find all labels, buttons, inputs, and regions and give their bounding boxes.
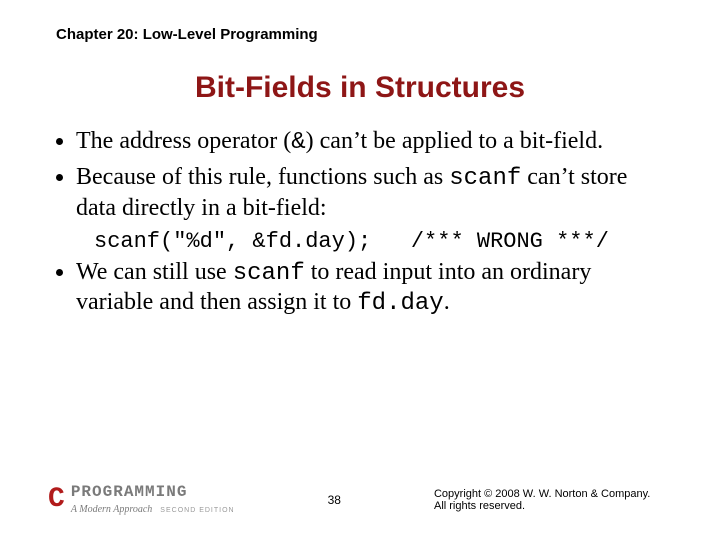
body-list-2: We can still use scanf to read input int…: [56, 258, 664, 319]
code-call: scanf("%d", &fd.day);: [94, 229, 371, 254]
footer: C PROGRAMMING A Modern Approach SECOND E…: [48, 484, 664, 516]
book-logo: C PROGRAMMING A Modern Approach SECOND E…: [48, 484, 235, 516]
slide-title: Bit-Fields in Structures: [56, 71, 664, 105]
page-number: 38: [328, 493, 341, 507]
logo-c-letter: C: [48, 486, 65, 514]
logo-text: PROGRAMMING A Modern Approach SECOND EDI…: [71, 484, 235, 516]
code-example: scanf("%d", &fd.day); /*** WRONG ***/: [94, 229, 664, 254]
code-comment: /*** WRONG ***/: [411, 229, 609, 254]
bullet-2: Because of this rule, functions such as …: [76, 163, 664, 223]
bullet-3: We can still use scanf to read input int…: [76, 258, 664, 319]
text: .: [444, 289, 450, 315]
code-inline-scanf2: scanf: [233, 260, 305, 287]
code-inline-fdday: fd.day: [357, 290, 443, 317]
logo-edition: SECOND EDITION: [160, 507, 234, 514]
slide: Chapter 20: Low-Level Programming Bit-Fi…: [0, 0, 720, 540]
text: ) can’t be applied to a bit-field.: [306, 128, 603, 154]
text: We can still use: [76, 259, 233, 285]
code-inline-amp: &: [291, 129, 305, 156]
logo-subtitle: A Modern Approach: [71, 504, 152, 515]
chapter-label: Chapter 20: Low-Level Programming: [56, 26, 664, 43]
code-inline-scanf: scanf: [449, 165, 521, 192]
copyright-line-1: Copyright © 2008 W. W. Norton & Company.: [434, 488, 664, 500]
copyright-line-2: All rights reserved.: [434, 500, 664, 512]
body-list: The address operator (&) can’t be applie…: [56, 127, 664, 223]
copyright: Copyright © 2008 W. W. Norton & Company.…: [434, 488, 664, 512]
text: The address operator (: [76, 128, 291, 154]
text: Because of this rule, functions such as: [76, 164, 449, 190]
logo-programming: PROGRAMMING: [71, 484, 235, 500]
bullet-1: The address operator (&) can’t be applie…: [76, 127, 664, 157]
